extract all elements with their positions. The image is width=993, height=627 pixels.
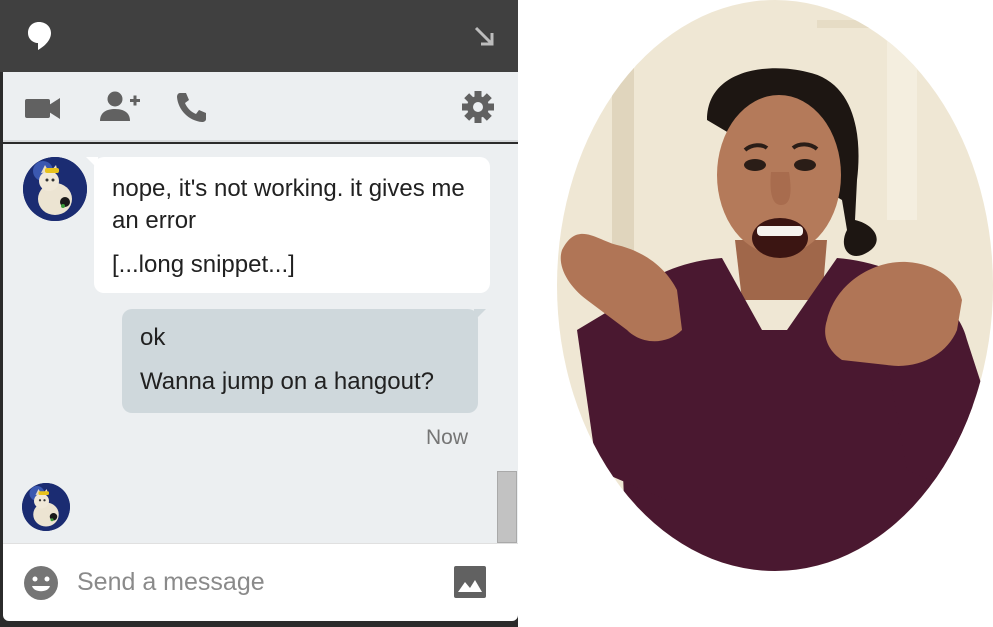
- message-list[interactable]: nope, it's not working. it gives me an e…: [3, 144, 518, 543]
- message-text: Wanna jump on a hangout?: [140, 368, 434, 395]
- message-text: ok: [140, 324, 166, 351]
- contact-avatar[interactable]: [23, 157, 87, 221]
- bubble-tail: [474, 309, 486, 321]
- bubble-tail: [86, 157, 98, 169]
- message-input[interactable]: [77, 562, 437, 602]
- outgoing-message-bubble: ok Wanna jump on a hangout?: [122, 309, 486, 413]
- message-text: nope, it's not working. it gives me an e…: [112, 175, 465, 234]
- hangouts-chat-window: nope, it's not working. it gives me an e…: [0, 0, 518, 627]
- chat-title-bar: [0, 0, 518, 72]
- popout-arrow-icon[interactable]: [472, 24, 496, 48]
- contact-avatar-seen[interactable]: [22, 483, 70, 531]
- message-scrollbar[interactable]: [497, 471, 517, 543]
- insert-image-icon[interactable]: [453, 565, 487, 599]
- message-text: [...long snippet...]: [112, 251, 295, 278]
- hangouts-logo-icon: [26, 20, 54, 52]
- settings-gear-icon[interactable]: [459, 90, 497, 124]
- emoji-face-icon[interactable]: [23, 565, 59, 601]
- incoming-message-bubble: nope, it's not working. it gives me an e…: [86, 157, 490, 293]
- chat-toolbar: [3, 72, 518, 142]
- message-composer: [3, 543, 518, 621]
- message-timestamp: Now: [425, 426, 468, 449]
- video-call-icon[interactable]: [23, 90, 63, 124]
- add-person-icon[interactable]: [96, 90, 142, 124]
- phone-call-icon[interactable]: [174, 90, 210, 124]
- person-reaction-photo: [557, 0, 993, 571]
